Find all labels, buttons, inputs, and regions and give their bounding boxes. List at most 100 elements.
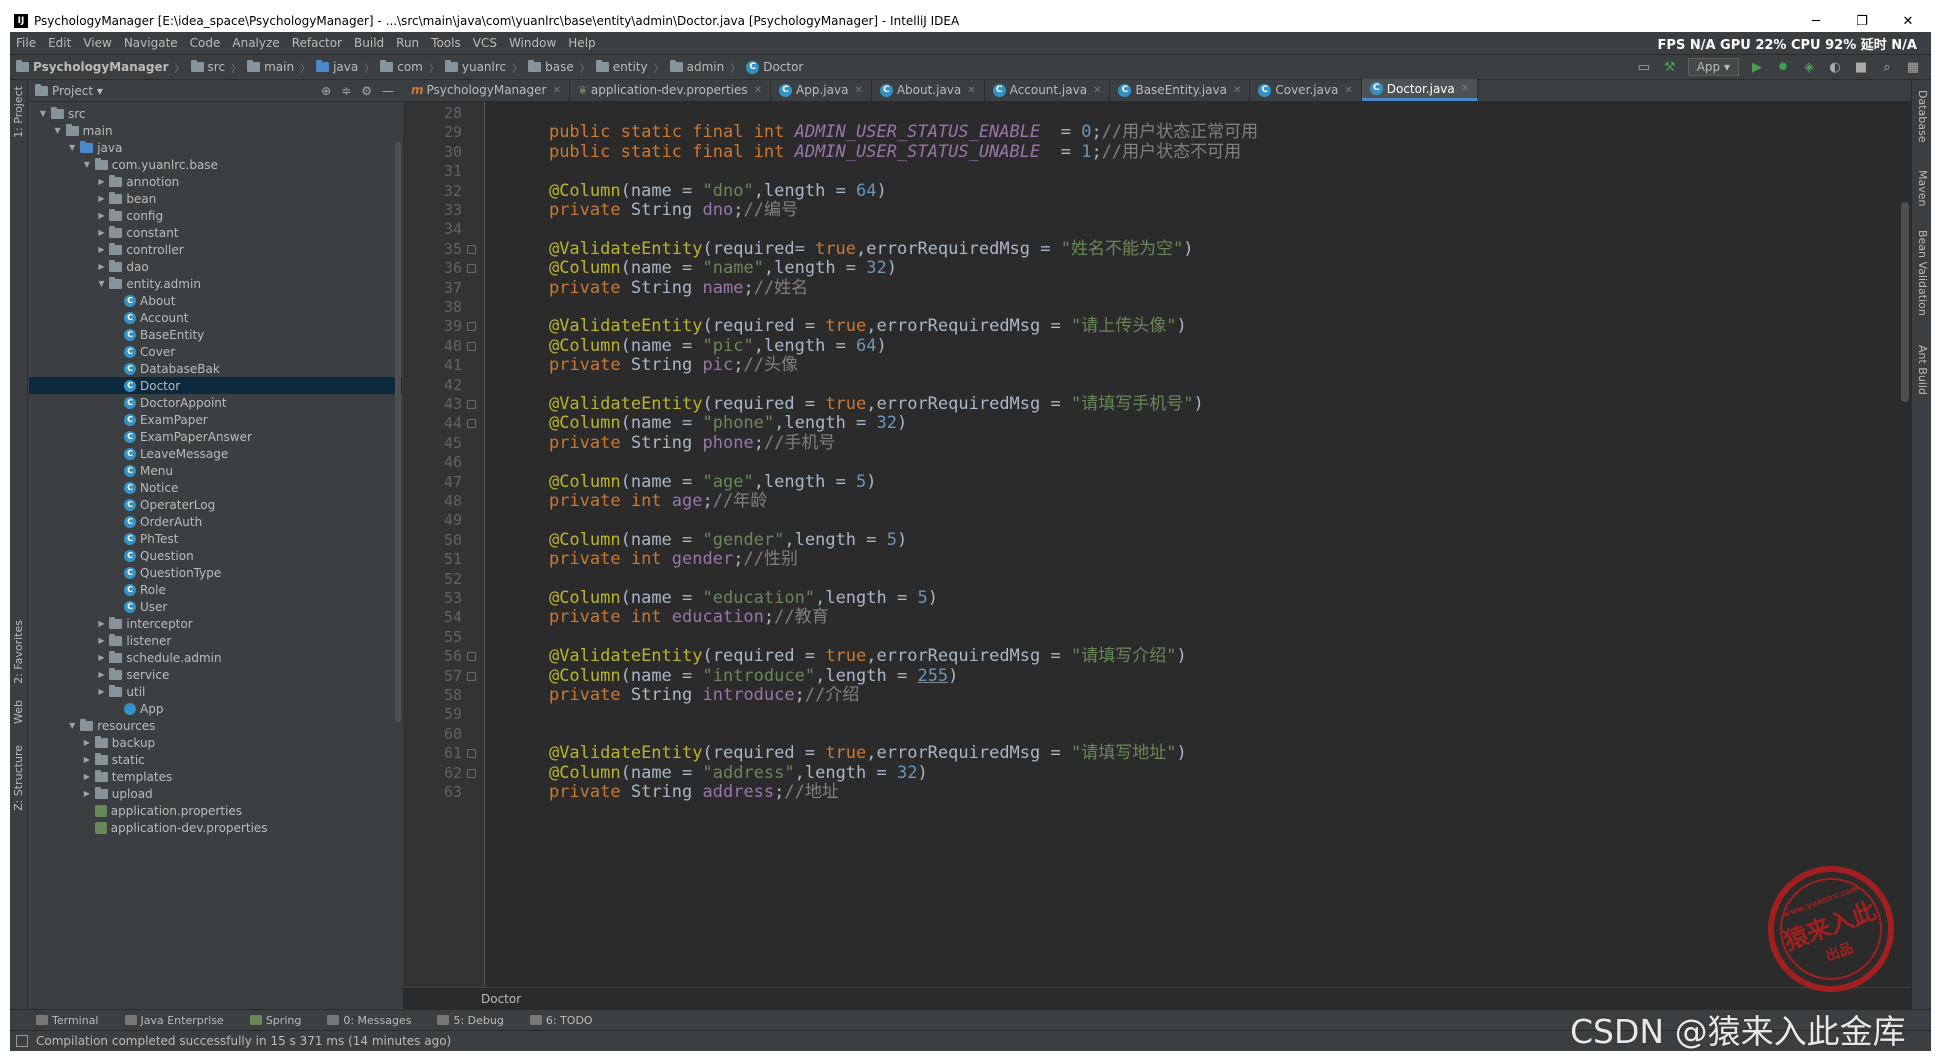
code-editor[interactable]: public static final int ADMIN_USER_STATU… xyxy=(486,102,1891,987)
expanded-arrow-icon[interactable]: ▼ xyxy=(52,126,64,135)
scrollbar-thumb[interactable] xyxy=(395,142,401,722)
tree-node[interactable]: C Account xyxy=(29,309,402,326)
coverage-icon[interactable]: ◈ xyxy=(1801,59,1817,75)
collapsed-arrow-icon[interactable]: ▶ xyxy=(81,772,93,781)
tab-project[interactable]: 1: Project xyxy=(12,86,25,138)
fold-marker-icon[interactable] xyxy=(467,264,476,274)
menu-file[interactable]: File xyxy=(10,36,42,50)
tree-node[interactable]: C DatabaseBak xyxy=(29,360,402,377)
debug-icon[interactable]: ✹ xyxy=(1775,59,1791,75)
tab-terminal[interactable]: Terminal xyxy=(36,1014,99,1027)
profile-icon[interactable]: ◐ xyxy=(1827,59,1843,75)
tab-java-enterprise[interactable]: Java Enterprise xyxy=(124,1014,224,1027)
tree-node[interactable]: C ExamPaper xyxy=(29,411,402,428)
menu-help[interactable]: Help xyxy=(562,36,601,50)
tree-node[interactable]: ▶ schedule.admin xyxy=(29,649,402,666)
breadcrumb-admin[interactable]: admin xyxy=(666,60,729,74)
tree-node[interactable]: ▶ util xyxy=(29,683,402,700)
breadcrumb-com[interactable]: com xyxy=(376,60,427,74)
tree-node[interactable]: C Doctor xyxy=(29,377,402,394)
editor-tab[interactable]: C Cover.java ✕ xyxy=(1250,79,1362,101)
tree-node[interactable]: ▶ listener xyxy=(29,632,402,649)
tree-node[interactable]: App xyxy=(29,700,402,717)
breadcrumb-java[interactable]: java xyxy=(312,60,362,74)
tree-node[interactable]: C Role xyxy=(29,581,402,598)
stop-icon[interactable]: ■ xyxy=(1853,59,1869,75)
tree-node[interactable]: C OperaterLog xyxy=(29,496,402,513)
fold-marker-icon[interactable] xyxy=(467,322,476,332)
expanded-arrow-icon[interactable]: ▼ xyxy=(66,721,78,730)
menu-build[interactable]: Build xyxy=(348,36,390,50)
tree-node[interactable]: ▶ constant xyxy=(29,224,402,241)
tab-messages[interactable]: 0: Messages xyxy=(327,1014,411,1027)
menu-run[interactable]: Run xyxy=(390,36,425,50)
tree-node[interactable]: ▶ upload xyxy=(29,785,402,802)
run-configuration-select[interactable]: App ▾ xyxy=(1687,58,1739,76)
layout-icon[interactable]: ▭ xyxy=(1636,59,1652,75)
tree-node[interactable]: C LeaveMessage xyxy=(29,445,402,462)
expanded-arrow-icon[interactable]: ▼ xyxy=(95,279,107,288)
tab-structure[interactable]: Z: Structure xyxy=(12,745,25,811)
tree-scrollbar[interactable] xyxy=(394,102,402,1009)
editor-tab[interactable]: C About.java ✕ xyxy=(872,79,985,101)
collapsed-arrow-icon[interactable]: ▶ xyxy=(95,670,107,679)
run-icon[interactable]: ▶ xyxy=(1749,59,1765,75)
close-tab-icon[interactable]: ✕ xyxy=(967,85,975,96)
collapsed-arrow-icon[interactable]: ▶ xyxy=(81,789,93,798)
tree-node[interactable]: C Menu xyxy=(29,462,402,479)
tree-node[interactable]: C Question xyxy=(29,547,402,564)
tree-node[interactable]: C DoctorAppoint xyxy=(29,394,402,411)
tree-node[interactable]: C User xyxy=(29,598,402,615)
tree-node[interactable]: ▶ controller xyxy=(29,241,402,258)
menu-edit[interactable]: Edit xyxy=(42,36,77,50)
tab-ant-build[interactable]: Ant Build xyxy=(1916,345,1929,395)
maximize-button[interactable]: ❐ xyxy=(1839,10,1885,32)
fold-marker-icon[interactable] xyxy=(467,671,476,681)
close-tab-icon[interactable]: ✕ xyxy=(754,85,762,96)
collapsed-arrow-icon[interactable]: ▶ xyxy=(95,177,107,186)
tab-todo[interactable]: 6: TODO xyxy=(529,1014,593,1027)
breadcrumb-entity[interactable]: entity xyxy=(592,60,652,74)
tab-maven[interactable]: Maven xyxy=(1916,170,1929,206)
scrollbar-thumb[interactable] xyxy=(1901,202,1909,402)
menu-refactor[interactable]: Refactor xyxy=(286,36,348,50)
menu-vcs[interactable]: VCS xyxy=(467,36,503,50)
fold-marker-icon[interactable] xyxy=(467,341,476,351)
menu-navigate[interactable]: Navigate xyxy=(118,36,184,50)
fold-marker-icon[interactable] xyxy=(467,400,476,409)
tree-node[interactable]: C About xyxy=(29,292,402,309)
tree-node[interactable]: C PhTest xyxy=(29,530,402,547)
project-view-select[interactable]: Project ▾ xyxy=(52,84,103,98)
editor-tab[interactable]: C BaseEntity.java ✕ xyxy=(1110,79,1251,101)
tree-node[interactable]: C OrderAuth xyxy=(29,513,402,530)
tab-database[interactable]: Database xyxy=(1916,90,1929,143)
breadcrumb-base[interactable]: base xyxy=(524,60,578,74)
menu-analyze[interactable]: Analyze xyxy=(226,36,285,50)
close-tab-icon[interactable]: ✕ xyxy=(552,85,560,96)
collapsed-arrow-icon[interactable]: ▶ xyxy=(95,636,107,645)
tree-node[interactable]: ▶ static xyxy=(29,751,402,768)
fold-marker-icon[interactable] xyxy=(467,768,476,778)
collapse-icon[interactable]: ≑ xyxy=(341,84,351,98)
tree-node[interactable]: ▶ templates xyxy=(29,768,402,785)
locate-icon[interactable]: ⊕ xyxy=(321,84,331,98)
tree-node[interactable]: ▼ java xyxy=(29,139,402,156)
tree-node[interactable]: ▶ interceptor xyxy=(29,615,402,632)
tree-node[interactable]: C Notice xyxy=(29,479,402,496)
collapsed-arrow-icon[interactable]: ▶ xyxy=(95,619,107,628)
fold-marker-icon[interactable] xyxy=(467,749,476,759)
tab-favorites[interactable]: 2: Favorites xyxy=(12,620,25,684)
expanded-arrow-icon[interactable]: ▼ xyxy=(37,109,49,118)
editor-tab[interactable]: ❦ application-dev.properties ✕ xyxy=(570,79,772,101)
status-icon[interactable] xyxy=(16,1035,28,1047)
tree-node[interactable]: ▶ config xyxy=(29,207,402,224)
collapsed-arrow-icon[interactable]: ▶ xyxy=(95,194,107,203)
menu-view[interactable]: View xyxy=(77,36,117,50)
close-tab-icon[interactable]: ✕ xyxy=(1093,85,1101,96)
tree-node[interactable]: ▼ resources xyxy=(29,717,402,734)
menu-code[interactable]: Code xyxy=(184,36,227,50)
tree-node[interactable]: ▼ com.yuanlrc.base xyxy=(29,156,402,173)
tree-node[interactable]: ▶ dao xyxy=(29,258,402,275)
expanded-arrow-icon[interactable]: ▼ xyxy=(81,160,93,169)
gear-icon[interactable]: ⚙ xyxy=(361,84,372,98)
